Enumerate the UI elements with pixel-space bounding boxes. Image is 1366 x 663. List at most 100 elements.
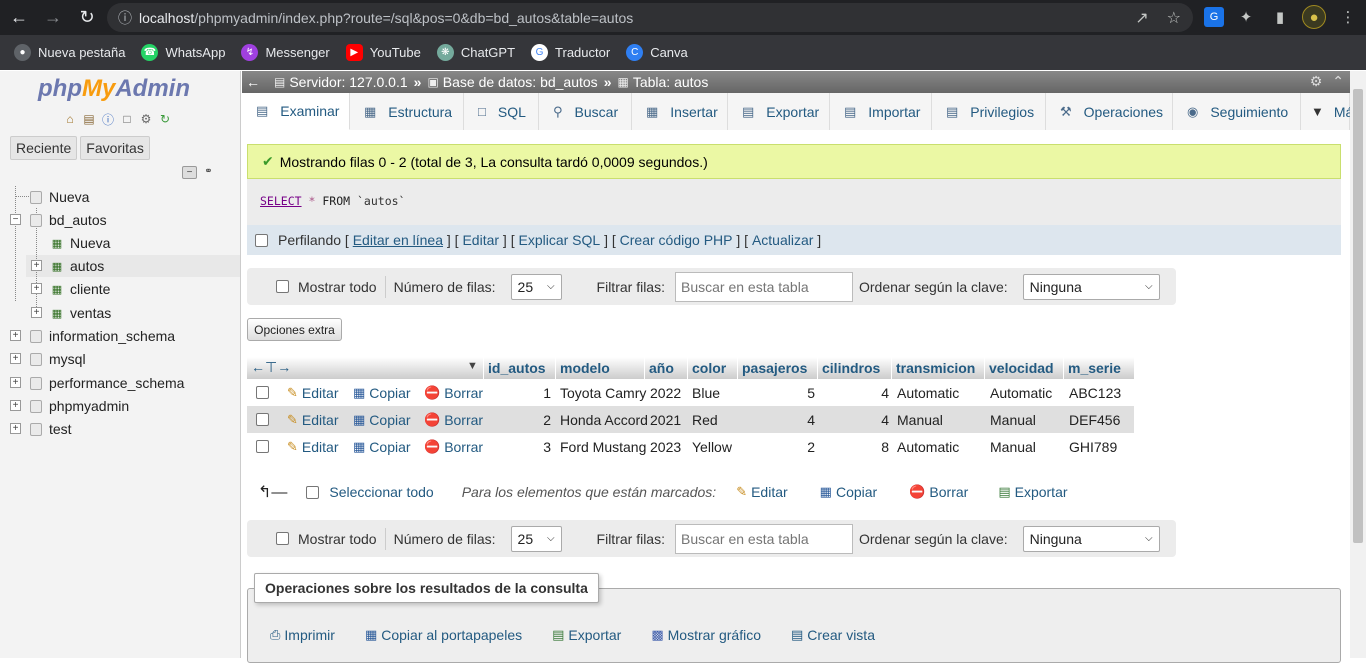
cell-id-autos[interactable]: 2 (487, 406, 551, 433)
tree-table-cliente[interactable]: ▦ cliente (50, 278, 111, 300)
tree-new-table[interactable]: ▦ Nueva (50, 232, 111, 254)
row-checkbox[interactable] (256, 413, 269, 426)
tab-structure[interactable]: ▦ Estructura (350, 93, 464, 130)
help-icon[interactable]: ⓘ (100, 111, 116, 127)
bookmark-translator[interactable]: G Traductor (531, 44, 610, 61)
logout-icon[interactable]: ▤ (81, 111, 97, 127)
rows-per-page-select[interactable]: 25 ⌵ (510, 273, 562, 300)
cell-modelo[interactable]: Toyota Camry (560, 379, 646, 406)
collapse-nav-icon[interactable]: ← (246, 74, 260, 90)
bookmark-star-icon[interactable]: ☆ (1167, 8, 1181, 28)
cell-velocidad[interactable]: Automatic (990, 379, 1052, 406)
bookmark-messenger[interactable]: ↯ Messenger (241, 44, 330, 61)
profiling-checkbox[interactable] (255, 233, 268, 247)
tree-db-bd-autos[interactable]: bd_autos (30, 209, 107, 231)
reload-nav-icon[interactable]: ↻ (157, 111, 173, 127)
tab-sql[interactable]: □ SQL (464, 93, 539, 130)
column-header-id-autos[interactable]: id_autos (483, 357, 555, 379)
row-checkbox[interactable] (256, 440, 269, 453)
row-delete-link[interactable]: ⛔ Borrar (424, 433, 483, 460)
row-edit-link[interactable]: ✎ Editar (287, 433, 338, 460)
expand-mysql-icon[interactable]: + (10, 353, 21, 364)
breadcrumb-database[interactable]: ▣ Base de datos: bd_autos (427, 74, 597, 90)
menu-kebab-icon[interactable]: ⋮ (1336, 5, 1360, 29)
column-arrows-icon[interactable]: ←⊤→ (251, 359, 291, 376)
row-edit-link[interactable]: ✎ Editar (287, 379, 338, 406)
refresh-link[interactable]: Actualizar (752, 232, 813, 248)
cell-modelo[interactable]: Ford Mustang (560, 433, 646, 460)
profile-avatar[interactable]: ● (1302, 5, 1326, 29)
bookmark-youtube[interactable]: ▶ YouTube (345, 44, 421, 61)
bulk-delete-button[interactable]: ⛔ Borrar (909, 484, 968, 500)
edit-query-link[interactable]: Editar (462, 232, 499, 248)
select-all-link[interactable]: Seleccionar todo (329, 484, 433, 500)
favorites-tab[interactable]: Favoritas (80, 136, 150, 160)
tree-db-performance-schema[interactable]: performance_schema (30, 372, 184, 394)
row-copy-link[interactable]: ▦ Copiar (353, 379, 411, 406)
cell-color[interactable]: Yellow (692, 433, 732, 460)
tree-db-information-schema[interactable]: information_schema (30, 325, 175, 347)
row-delete-link[interactable]: ⛔ Borrar (424, 379, 483, 406)
tree-db-test[interactable]: test (30, 418, 72, 440)
expand-performance-schema-icon[interactable]: + (10, 377, 21, 388)
show-all-checkbox[interactable] (276, 532, 289, 545)
breadcrumb-server[interactable]: ▤ Servidor: 127.0.0.1 (274, 74, 408, 90)
phpmyadmin-logo[interactable]: phpMyAdmin (38, 75, 190, 103)
tab-privileges[interactable]: ▤ Privilegios (932, 93, 1046, 130)
tab-more[interactable]: ▼ Más (1301, 93, 1360, 130)
cell-anio[interactable]: 2022 (650, 379, 681, 406)
select-all-checkbox[interactable] (306, 485, 320, 499)
tab-operations[interactable]: ⚒ Operaciones (1046, 93, 1173, 130)
bulk-copy-button[interactable]: ▦ Copiar (820, 484, 878, 500)
cell-id-autos[interactable]: 3 (487, 433, 551, 460)
extra-options-button[interactable]: Opciones extra (247, 318, 342, 341)
tab-import[interactable]: ▤ Importar (830, 93, 932, 130)
reload-icon[interactable]: ↻ (72, 3, 102, 33)
column-header-m-serie[interactable]: m_serie (1063, 357, 1134, 379)
rows-per-page-select[interactable]: 25 ⌵ (510, 525, 562, 552)
tree-table-autos[interactable]: ▦ autos (50, 255, 104, 277)
bookmark-canva[interactable]: C Canva (626, 44, 688, 61)
tab-insert[interactable]: ▦ Insertar (632, 93, 728, 130)
cell-modelo[interactable]: Honda Accord (560, 406, 648, 433)
docs-icon[interactable]: □ (119, 111, 135, 127)
link-icon[interactable]: ⚭ (201, 166, 216, 179)
cell-m-serie[interactable]: DEF456 (1069, 406, 1120, 433)
bulk-export-button[interactable]: ▤ Exportar (998, 484, 1067, 500)
forward-icon[interactable]: → (38, 3, 68, 33)
column-header-anio[interactable]: año (644, 357, 687, 379)
row-edit-link[interactable]: ✎ Editar (287, 406, 338, 433)
cell-transmicion[interactable]: Manual (897, 406, 943, 433)
sort-key-select[interactable]: Ninguna ⌵ (1022, 525, 1160, 552)
expand-information-schema-icon[interactable]: + (10, 330, 21, 341)
cell-m-serie[interactable]: ABC123 (1069, 379, 1121, 406)
cell-pasajeros[interactable]: 2 (741, 433, 815, 460)
expand-autos-icon[interactable]: + (31, 260, 42, 271)
expand-test-icon[interactable]: + (10, 423, 21, 434)
copy-to-clipboard-button[interactable]: ▦ Copiar al portapapeles (353, 620, 534, 649)
create-php-code-link[interactable]: Crear código PHP (620, 232, 733, 248)
column-header-modelo[interactable]: modelo (555, 357, 644, 379)
tab-browse[interactable]: ▤ Examinar (242, 93, 350, 130)
show-chart-button[interactable]: ▩ Mostrar gráfico (640, 620, 772, 649)
collapse-bd-autos-icon[interactable]: − (10, 214, 21, 225)
create-view-button[interactable]: ▤ Crear vista (780, 620, 886, 649)
page-scrollbar[interactable] (1350, 71, 1366, 658)
edit-inline-link[interactable]: Editar en línea (353, 232, 443, 248)
cell-color[interactable]: Blue (692, 379, 720, 406)
cell-pasajeros[interactable]: 4 (741, 406, 815, 433)
export-results-button[interactable]: ▤ Exportar (541, 620, 633, 649)
column-header-velocidad[interactable]: velocidad (984, 357, 1063, 379)
translate-extension-icon[interactable]: G (1204, 7, 1224, 27)
tree-db-phpmyadmin[interactable]: phpmyadmin (30, 395, 129, 417)
cell-pasajeros[interactable]: 5 (741, 379, 815, 406)
filter-rows-input[interactable]: Buscar en esta tabla (674, 271, 853, 302)
show-all-checkbox[interactable] (276, 280, 289, 293)
back-icon[interactable]: ← (4, 3, 34, 33)
cell-anio[interactable]: 2021 (650, 406, 681, 433)
cell-color[interactable]: Red (692, 406, 718, 433)
cell-cilindros[interactable]: 4 (821, 406, 889, 433)
extensions-puzzle-icon[interactable]: ✦ (1234, 5, 1258, 29)
expand-phpmyadmin-icon[interactable]: + (10, 400, 21, 411)
cell-id-autos[interactable]: 1 (487, 379, 551, 406)
